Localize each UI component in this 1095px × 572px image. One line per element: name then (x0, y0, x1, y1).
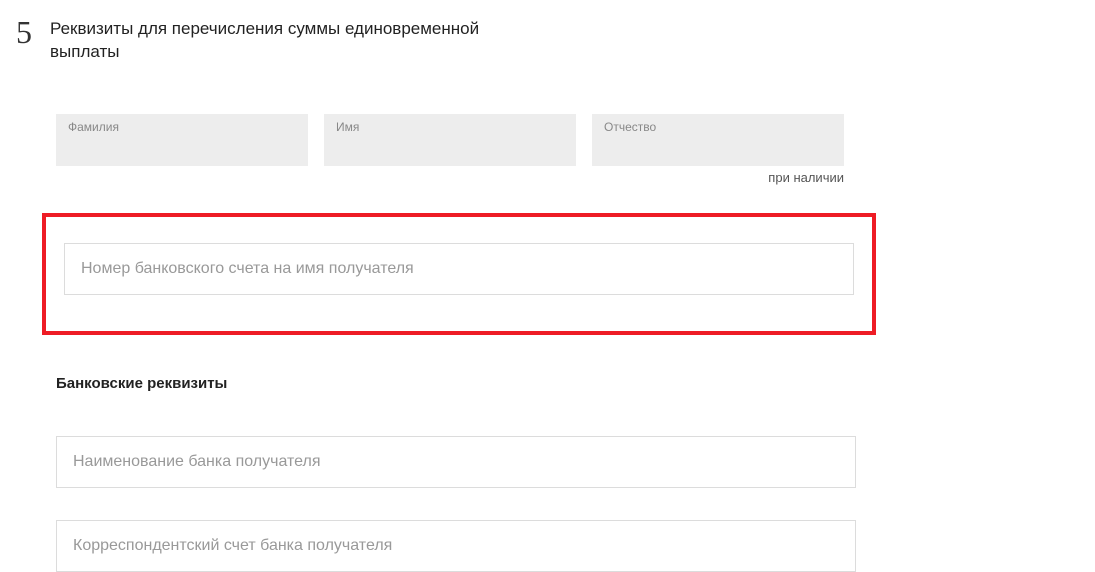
bank-name-field-wrap (56, 436, 856, 488)
account-number-field[interactable] (64, 243, 854, 295)
firstname-field[interactable]: Имя (324, 114, 576, 166)
bank-corr-field[interactable] (56, 520, 856, 572)
surname-label: Фамилия (68, 120, 119, 134)
form-area: Фамилия Имя Отчество при наличии Банковс… (0, 114, 1095, 572)
bank-section-title: Банковские реквизиты (56, 375, 1055, 392)
bank-corr-input[interactable] (73, 537, 839, 555)
patronymic-hint-row: при наличии (56, 170, 844, 185)
bank-corr-field-wrap (56, 520, 856, 572)
patronymic-label: Отчество (604, 120, 656, 134)
bank-name-input[interactable] (73, 453, 839, 471)
section-number: 5 (16, 16, 32, 48)
patronymic-hint: при наличии (768, 170, 844, 185)
patronymic-field[interactable]: Отчество (592, 114, 844, 166)
account-number-input[interactable] (81, 260, 837, 278)
firstname-label: Имя (336, 120, 359, 134)
name-row: Фамилия Имя Отчество (56, 114, 1055, 166)
section-header: 5 Реквизиты для перечисления суммы едино… (0, 0, 1095, 64)
section-title: Реквизиты для перечисления суммы единовр… (50, 16, 550, 64)
highlighted-account-block (42, 213, 876, 335)
bank-name-field[interactable] (56, 436, 856, 488)
surname-field[interactable]: Фамилия (56, 114, 308, 166)
